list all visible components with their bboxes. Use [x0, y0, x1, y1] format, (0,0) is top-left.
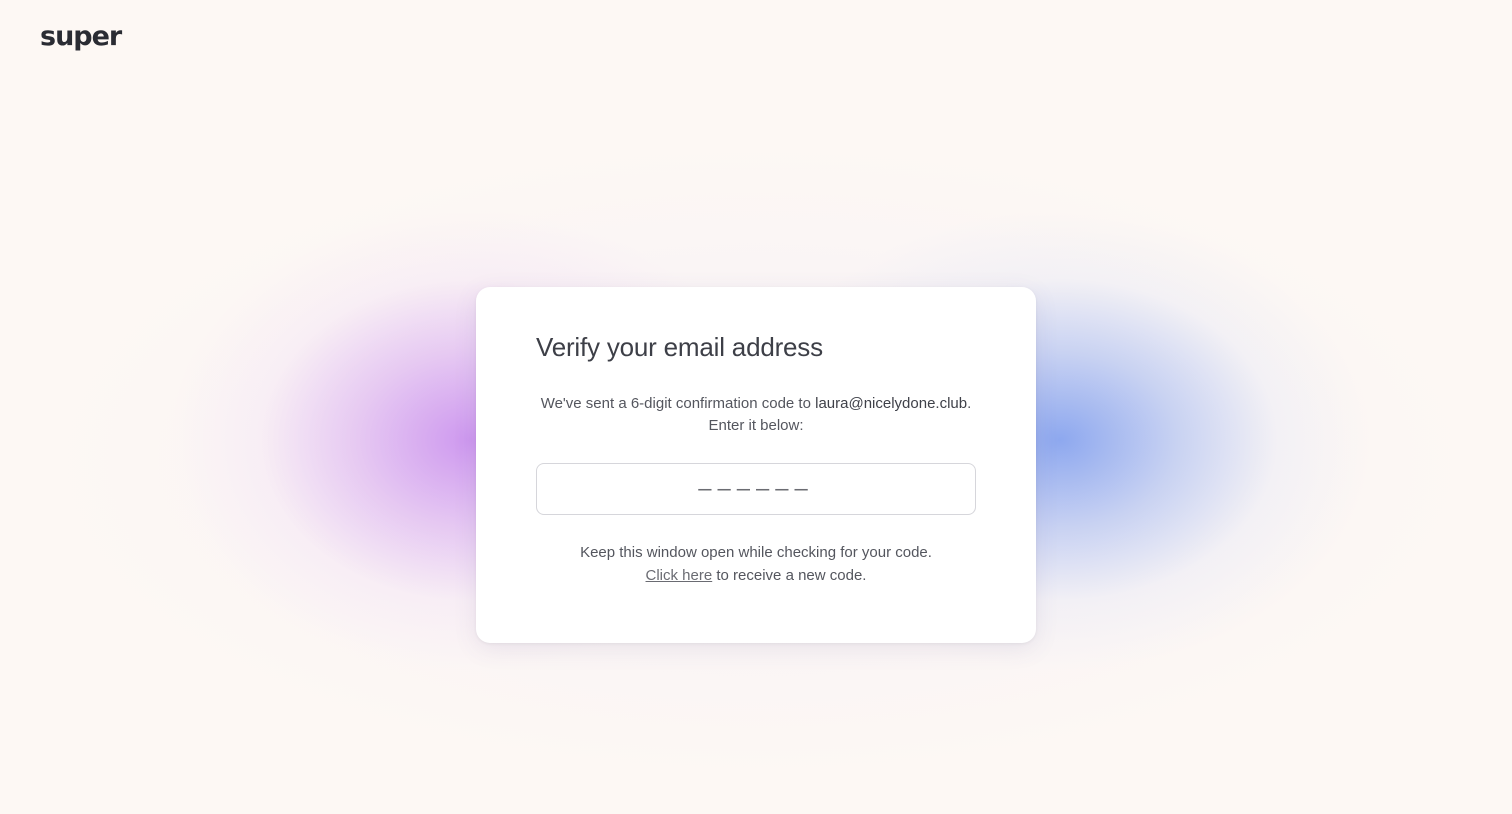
resend-code-link[interactable]: Click here [646, 567, 713, 584]
hint-line1: Keep this window open while checking for… [580, 544, 932, 561]
brand-logo[interactable]: super [40, 18, 122, 54]
confirmation-code-input[interactable] [537, 463, 975, 515]
code-field [536, 463, 976, 515]
verification-description: We've sent a 6-digit confirmation code t… [536, 393, 976, 437]
description-suffix: . [967, 395, 972, 412]
description-prefix: We've sent a 6-digit confirmation code t… [540, 395, 816, 412]
page-title: Verify your email address [536, 332, 823, 362]
hint-text: Keep this window open while checking for… [536, 541, 976, 587]
email-address: laura@nicelydone.club [815, 395, 968, 412]
description-line2: Enter it below: [708, 417, 804, 434]
verify-email-card: Verify your email address We've sent a 6… [476, 287, 1036, 643]
resend-suffix: to receive a new code. [712, 567, 867, 584]
logo-text: super [40, 20, 122, 52]
